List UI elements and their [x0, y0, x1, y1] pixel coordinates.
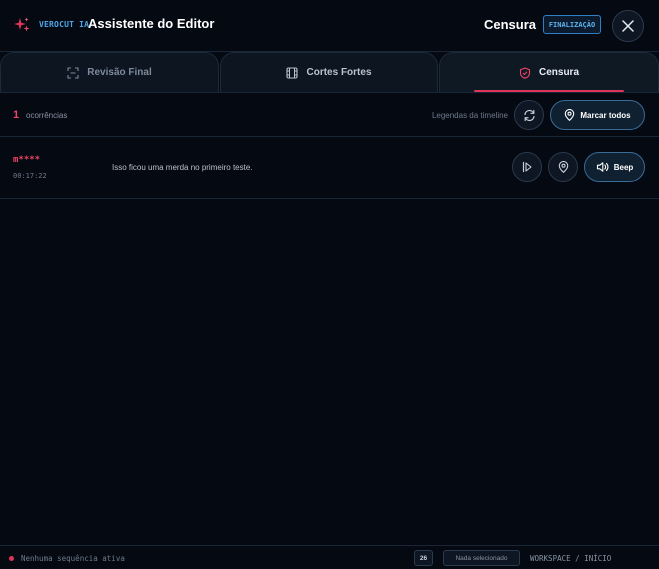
- close-icon: [622, 20, 634, 32]
- breadcrumb: WORKSPACE / INÍCIO: [530, 554, 612, 563]
- play-occurrence-button[interactable]: [512, 152, 542, 182]
- mode-title: Censura: [483, 17, 536, 32]
- beep-label: Beep: [613, 162, 634, 172]
- beep-button[interactable]: Beep: [584, 152, 645, 182]
- speaker-icon: [596, 162, 609, 172]
- active-tab-indicator: [474, 90, 624, 92]
- censored-word: m****: [13, 155, 41, 165]
- mark-all-button[interactable]: Marcar todos: [550, 100, 645, 130]
- occurrence-sentence: Isso ficou uma merda no primeiro teste.: [112, 163, 253, 172]
- occurrence-row: m**** 00:17:22 Isso ficou uma merda no p…: [0, 137, 659, 199]
- header: VEROCUT IA Assistente do Editor Censura …: [0, 0, 659, 52]
- tab-cortes-fortes[interactable]: Cortes Fortes: [220, 52, 438, 92]
- sparkle-logo-icon: [14, 17, 30, 32]
- locate-occurrence-button[interactable]: [548, 152, 578, 182]
- occurrence-count: 1: [13, 109, 20, 121]
- status-dot: [9, 556, 14, 561]
- mode-badge: FINALIZAÇÃO: [543, 15, 601, 34]
- tab-bar: Revisão Final Cortes Fortes Censura: [0, 52, 659, 93]
- mark-all-label: Marcar todos: [580, 110, 631, 120]
- occurrence-timestamp: 00:17:22: [13, 172, 47, 180]
- status-bar: Nenhuma sequência ativa 26 Nada selecion…: [0, 545, 659, 569]
- occurrence-count-label: ocorrências: [26, 111, 68, 120]
- tab-revisao-final[interactable]: Revisão Final: [0, 52, 219, 92]
- tab-label: Cortes Fortes: [306, 67, 372, 78]
- refresh-button[interactable]: [514, 100, 544, 130]
- map-pin-icon: [558, 161, 568, 173]
- shield-icon: [519, 66, 531, 79]
- play-skip-icon: [522, 161, 532, 173]
- refresh-icon: [523, 109, 535, 121]
- sequence-status: Nenhuma sequência ativa: [21, 554, 125, 563]
- tab-label: Revisão Final: [87, 67, 152, 78]
- app-title: Assistente do Editor: [88, 16, 215, 31]
- map-pin-icon: [565, 109, 575, 121]
- close-button[interactable]: [612, 10, 644, 42]
- timeline-subtitles-label: Legendas da timeline: [431, 111, 508, 120]
- scan-icon: [67, 66, 79, 79]
- tab-censura[interactable]: Censura: [439, 52, 659, 92]
- count-badge: 26: [414, 550, 433, 566]
- film-icon: [286, 66, 299, 79]
- selection-badge: Nada selecionado: [443, 550, 520, 566]
- tab-label: Censura: [538, 67, 579, 78]
- brand-label: VEROCUT IA: [39, 20, 90, 29]
